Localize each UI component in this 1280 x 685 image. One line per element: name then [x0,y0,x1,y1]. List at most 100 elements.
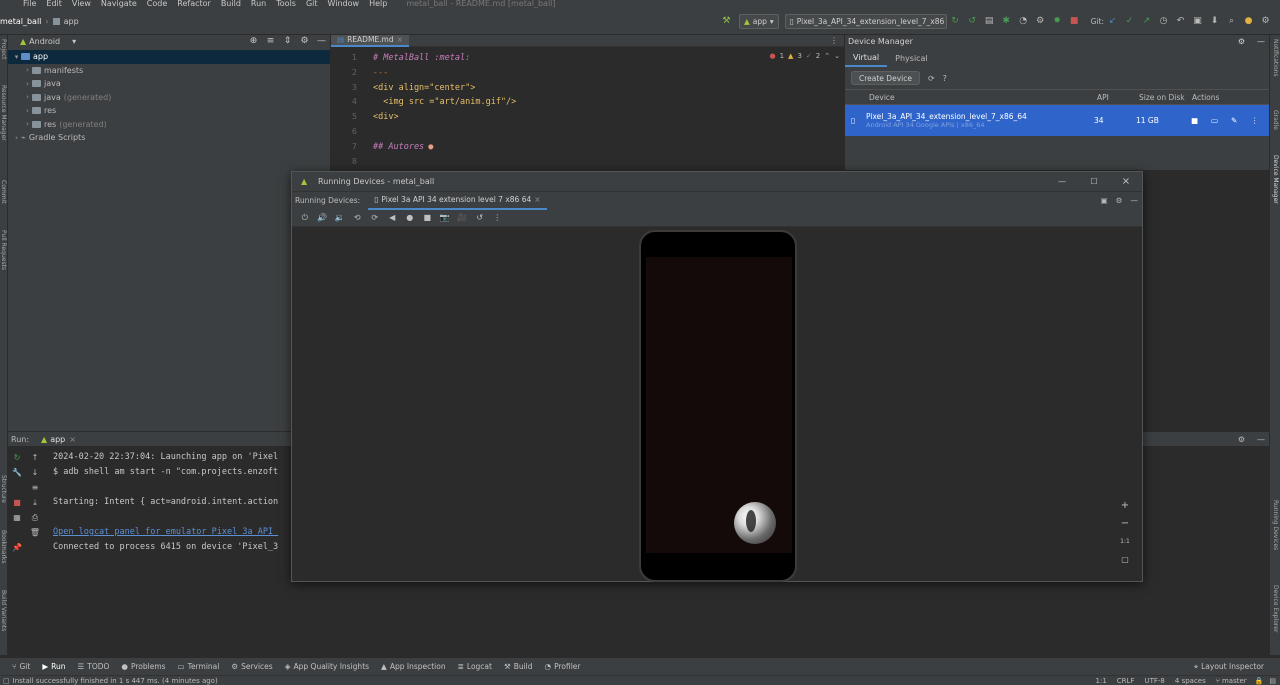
tool-tab-profiler[interactable]: ◔ Profiler [539,658,587,676]
print-icon[interactable]: ⎙ [26,510,44,525]
zoom-fit-icon[interactable]: ▢ [1118,552,1132,566]
hammer-icon[interactable]: ⚒ [720,15,733,28]
tree-item-app[interactable]: ▾ app [8,50,330,64]
chevron-right-icon[interactable]: › [23,120,32,128]
tool-tab-layout-inspector[interactable]: ⌖ Layout Inspector [1188,658,1270,676]
tool-build-variants[interactable]: Build Variants [0,590,7,631]
volume-down-icon[interactable]: 🔉 [331,209,349,227]
gear-icon[interactable]: ⚙ [1238,435,1245,444]
inspection-widget[interactable]: ● 1 ▲ 3 ✓ 2 ⌃ ⌄ [769,52,840,60]
menu-navigate[interactable]: Navigate [96,0,142,8]
window-maximize-icon[interactable]: ☐ [1078,177,1110,186]
code-line[interactable]: --- [373,66,516,81]
tree-item-manifests[interactable]: › manifests [8,64,330,78]
window-minimize-icon[interactable]: — [1046,177,1078,186]
git-commit-icon[interactable]: ✓ [1123,15,1136,28]
folder-open-icon[interactable]: ▭ [1211,116,1231,125]
git-rollback-icon[interactable]: ↶ [1174,15,1187,28]
profile-icon[interactable]: ◔ [1017,15,1030,28]
overview-icon[interactable]: ■ [419,209,437,227]
scroll-to-end-icon[interactable]: ⤓ [26,495,44,510]
menu-run[interactable]: Run [246,0,271,8]
apply-code-changes-icon[interactable]: ↺ [966,15,979,28]
minimize-icon[interactable]: — [1131,196,1139,205]
close-icon[interactable]: × [69,435,76,444]
caret-position[interactable]: 1:1 [1096,677,1107,685]
trash-icon[interactable]: 🗑 [26,525,44,540]
coverage-icon[interactable]: ✹ [1051,15,1064,28]
screenshot-icon[interactable]: 📷 [436,209,454,227]
chevron-right-icon[interactable]: › [23,66,32,74]
window-close-icon[interactable]: × [1110,176,1142,187]
rerun-icon[interactable]: ▤ [983,15,996,28]
menu-window[interactable]: Window [323,0,365,8]
tool-tab-problems[interactable]: ● Problems [115,658,171,676]
chevron-down-icon[interactable]: ▾ [72,37,76,46]
rerun-icon[interactable]: ↻ [8,450,26,465]
tree-item-gradle-scripts[interactable]: › ⌁ Gradle Scripts [8,131,330,145]
zoom-in-icon[interactable]: + [1118,498,1132,512]
logcat-link[interactable]: Open logcat panel for emulator Pixel 3a … [53,525,278,540]
breadcrumb-module[interactable]: app [60,17,83,26]
create-device-button[interactable]: Create Device [851,71,920,85]
more-icon[interactable]: ⋮ [830,36,844,45]
volume-up-icon[interactable]: 🔊 [314,209,332,227]
tree-item-java-generated[interactable]: › java (generated) [8,91,330,105]
tool-structure[interactable]: Structure [0,475,7,503]
breadcrumb-project[interactable]: metal_ball [0,17,45,26]
zoom-actual-size[interactable]: 1:1 [1118,534,1132,548]
device-screen[interactable] [646,257,792,553]
attach-debugger-icon[interactable]: ⚙ [1034,15,1047,28]
code-line[interactable]: <div align="center"> [373,81,516,96]
tab-virtual[interactable]: Virtual [845,49,888,67]
rotate-left-icon[interactable]: ⟲ [349,209,367,227]
column-size[interactable]: Size on Disk [1139,93,1192,102]
tree-item-res[interactable]: › res [8,104,330,118]
update-icon[interactable]: ● [1242,15,1255,28]
soft-wrap-icon[interactable]: ≡ [26,480,44,495]
chevron-right-icon[interactable]: › [23,80,32,88]
menu-view[interactable]: View [67,0,96,8]
menu-file[interactable]: File [18,0,41,8]
tool-tab-todo[interactable]: ☰ TODO [72,658,116,676]
tool-gradle[interactable]: Gradle [1272,110,1279,130]
apply-changes-icon[interactable]: ↻ [949,15,962,28]
tool-running-devices[interactable]: Running Devices [1272,500,1279,550]
git-branch[interactable]: master [1222,677,1247,685]
snapshot-icon[interactable]: ↺ [471,209,489,227]
tool-tab-build[interactable]: ⚒ Build [498,658,539,676]
pin-icon[interactable]: 📌 [8,540,26,555]
tool-tab-app-quality-insights[interactable]: ◈ App Quality Insights [279,658,375,676]
stop-icon[interactable]: ■ [8,495,26,510]
sdk-manager-icon[interactable]: ⬇ [1208,15,1221,28]
chevron-up-icon[interactable]: ⌃ [824,52,830,60]
line-separator[interactable]: CRLF [1117,677,1135,685]
git-push-icon[interactable]: ↗ [1140,15,1153,28]
screen-record-icon[interactable]: 🎥 [454,209,472,227]
arrow-down-icon[interactable]: ↓ [26,465,44,480]
gear-icon[interactable]: ⚙ [1116,196,1123,205]
help-icon[interactable]: ? [943,74,947,83]
more-icon[interactable]: ⋮ [1251,116,1261,125]
tool-pull-requests[interactable]: Pull Requests [0,230,7,270]
minimize-icon[interactable]: — [1257,435,1265,444]
tool-bookmarks[interactable]: Bookmarks [0,530,7,564]
tool-device-explorer[interactable]: Device Explorer [1272,585,1279,632]
tool-project[interactable]: Project [0,39,7,60]
menu-build[interactable]: Build [216,0,246,8]
console-output[interactable]: 2024-02-20 22:37:04: Launching app on 'P… [53,450,278,555]
indent-setting[interactable]: 4 spaces [1175,677,1206,685]
code-area[interactable]: # MetalBall :metal: --- <div align="cent… [373,51,516,169]
lock-icon[interactable]: 🔒 [1255,677,1264,685]
tab-running-device[interactable]: ▯ Pixel 3a API 34 extension level 7 x86 … [368,192,547,210]
memory-icon[interactable]: ▤ [1269,677,1276,685]
code-line[interactable] [373,125,516,140]
tool-commit[interactable]: Commit [0,180,7,204]
code-line[interactable]: ## Autores ● [373,140,516,155]
chevron-down-icon[interactable]: ▾ [12,53,21,61]
chevron-down-icon[interactable]: ⌄ [834,52,840,60]
close-icon[interactable]: × [397,35,403,44]
expand-all-icon[interactable]: ⇕ [281,35,294,48]
locate-icon[interactable]: ⊕ [247,35,260,48]
menu-tools[interactable]: Tools [271,0,301,8]
